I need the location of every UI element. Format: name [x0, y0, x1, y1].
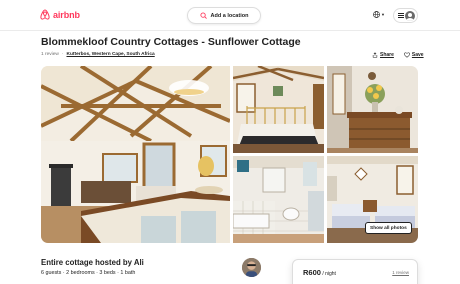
- heart-icon: [404, 52, 410, 58]
- photo-bathroom-tub[interactable]: [233, 156, 324, 243]
- listing-title: Blommekloof Country Cottages - Sunflower…: [41, 36, 301, 48]
- share-button[interactable]: Share: [372, 52, 394, 58]
- reviews-link[interactable]: 1 review: [41, 52, 59, 57]
- chevron-down-icon: ▼: [381, 12, 385, 17]
- top-nav: airbnb Add a location ▼: [0, 0, 460, 31]
- search-icon: [199, 12, 207, 19]
- price-per-night: R600 / night: [303, 268, 336, 277]
- booking-card: R600 / night 1 review: [292, 259, 418, 284]
- language-button[interactable]: ▼: [373, 11, 385, 18]
- save-label: Save: [411, 52, 424, 58]
- host-avatar[interactable]: [242, 258, 261, 277]
- host-details: 6 guests · 2 bedrooms · 3 beds · 1 bath: [41, 270, 136, 276]
- save-button[interactable]: Save: [404, 52, 424, 58]
- show-all-photos-label: Show all photos: [370, 225, 407, 231]
- listing-meta: 1 review · Kutterbos, Western Cape, Sout…: [41, 52, 155, 57]
- meta-separator: ·: [61, 52, 64, 57]
- share-label: Share: [380, 52, 394, 58]
- airbnb-wordmark: airbnb: [53, 9, 80, 20]
- share-icon: [372, 52, 378, 58]
- user-menu-button[interactable]: [393, 8, 418, 23]
- photo-main-room[interactable]: [41, 66, 230, 243]
- hamburger-icon: [398, 13, 404, 18]
- user-avatar-icon: [405, 10, 415, 21]
- search-placeholder: Add a location: [210, 12, 249, 19]
- per-night-label: / night: [320, 271, 336, 277]
- show-all-photos-button[interactable]: Show all photos: [365, 222, 412, 234]
- host-title: Entire cottage hosted by Ali: [41, 258, 144, 267]
- location-link[interactable]: Kutterbos, Western Cape, South Africa: [66, 52, 154, 57]
- booking-reviews-link[interactable]: 1 review: [392, 270, 409, 275]
- airbnb-logo-icon: [40, 9, 50, 20]
- photo-bedroom-brass-bed[interactable]: [233, 66, 324, 153]
- photo-gallery: Show all photos: [41, 66, 418, 243]
- photo-dresser-flowers[interactable]: [327, 66, 418, 153]
- listing-actions: Share Save: [372, 52, 424, 58]
- price-value: R600: [303, 268, 321, 277]
- search-bar[interactable]: Add a location: [187, 7, 261, 24]
- globe-icon: [373, 11, 380, 18]
- airbnb-logo[interactable]: airbnb: [40, 9, 80, 20]
